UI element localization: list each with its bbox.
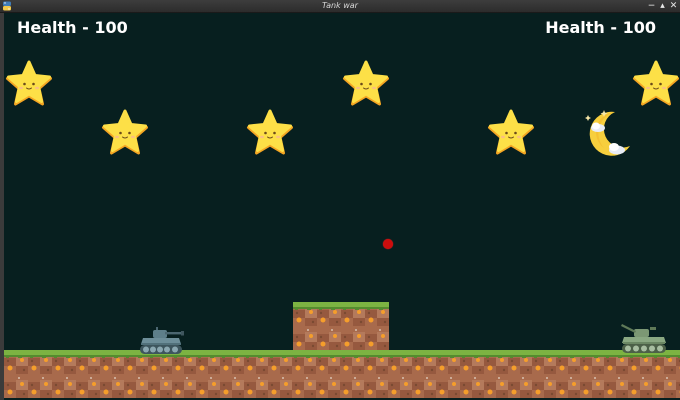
dirt-tile	[293, 326, 317, 350]
dirt-tile	[532, 374, 556, 398]
dirt-tile	[365, 326, 389, 350]
grass-dirt-tile	[268, 350, 292, 374]
grass-dirt-tile	[4, 350, 28, 374]
green-tank-icon	[621, 324, 666, 353]
grass-dirt-tile	[244, 350, 268, 374]
grass-dirt-tile	[388, 350, 412, 374]
grass-dirt-tile	[100, 350, 124, 374]
grass-dirt-tile	[508, 350, 532, 374]
dirt-tile	[244, 374, 268, 398]
grass-dirt-tile	[340, 350, 364, 374]
dirt-tile	[196, 374, 220, 398]
player2-health-label: Health - 100	[545, 18, 656, 37]
dirt-tile	[76, 374, 100, 398]
dirt-tile	[556, 374, 580, 398]
dirt-tile	[604, 374, 628, 398]
grass-dirt-tile	[460, 350, 484, 374]
grass-dirt-tile	[317, 302, 341, 326]
dirt-tile	[341, 326, 365, 350]
grass-dirt-tile	[52, 350, 76, 374]
grass-dirt-tile	[436, 350, 460, 374]
grass-dirt-tile	[196, 350, 220, 374]
player1-health-label: Health - 100	[17, 18, 128, 37]
dirt-tile	[412, 374, 436, 398]
close-icon[interactable]: ✕	[669, 1, 678, 11]
dirt-tile	[652, 374, 676, 398]
crescent-moon-icon	[585, 110, 630, 156]
grass-dirt-tile	[293, 302, 317, 326]
dirt-tile	[484, 374, 508, 398]
dirt-tile	[220, 374, 244, 398]
grass-dirt-tile	[556, 350, 580, 374]
grass-dirt-tile	[676, 350, 680, 374]
dirt-tile	[364, 374, 388, 398]
window-title: Tank war	[322, 1, 358, 10]
dirt-tile	[628, 374, 652, 398]
dirt-tile	[316, 374, 340, 398]
grass-dirt-tile	[364, 350, 388, 374]
dirt-tile	[460, 374, 484, 398]
dirt-tile	[317, 326, 341, 350]
grass-dirt-tile	[341, 302, 365, 326]
dirt-tile	[436, 374, 460, 398]
star-icon	[4, 60, 54, 110]
dirt-tile	[292, 374, 316, 398]
dirt-tile	[100, 374, 124, 398]
dirt-tile	[52, 374, 76, 398]
dirt-tile	[124, 374, 148, 398]
dirt-tile	[268, 374, 292, 398]
grass-dirt-tile	[292, 350, 316, 374]
dirt-tile	[340, 374, 364, 398]
grass-dirt-tile	[220, 350, 244, 374]
window-titlebar: Tank war − ▴ ✕	[0, 0, 680, 13]
grass-dirt-tile	[580, 350, 604, 374]
dirt-tile	[4, 374, 28, 398]
star-icon	[100, 109, 150, 159]
minimize-icon[interactable]: −	[647, 1, 656, 11]
dirt-tile	[676, 374, 680, 398]
dirt-tile	[508, 374, 532, 398]
maximize-icon[interactable]: ▴	[658, 1, 667, 11]
dirt-tile	[580, 374, 604, 398]
dirt-tile	[28, 374, 52, 398]
dirt-tile	[148, 374, 172, 398]
star-icon	[341, 60, 391, 110]
star-icon	[631, 60, 680, 110]
bullet	[383, 239, 393, 249]
blue-tank-icon	[140, 327, 184, 354]
grass-dirt-tile	[76, 350, 100, 374]
grass-dirt-tile	[365, 302, 389, 326]
dirt-tile	[388, 374, 412, 398]
grass-dirt-tile	[484, 350, 508, 374]
grass-dirt-tile	[28, 350, 52, 374]
grass-dirt-tile	[316, 350, 340, 374]
star-icon	[486, 109, 536, 159]
grass-dirt-tile	[532, 350, 556, 374]
dirt-tile	[172, 374, 196, 398]
grass-dirt-tile	[412, 350, 436, 374]
star-icon	[245, 109, 295, 159]
game-canvas[interactable]: Health - 100 Health - 100	[4, 13, 680, 400]
